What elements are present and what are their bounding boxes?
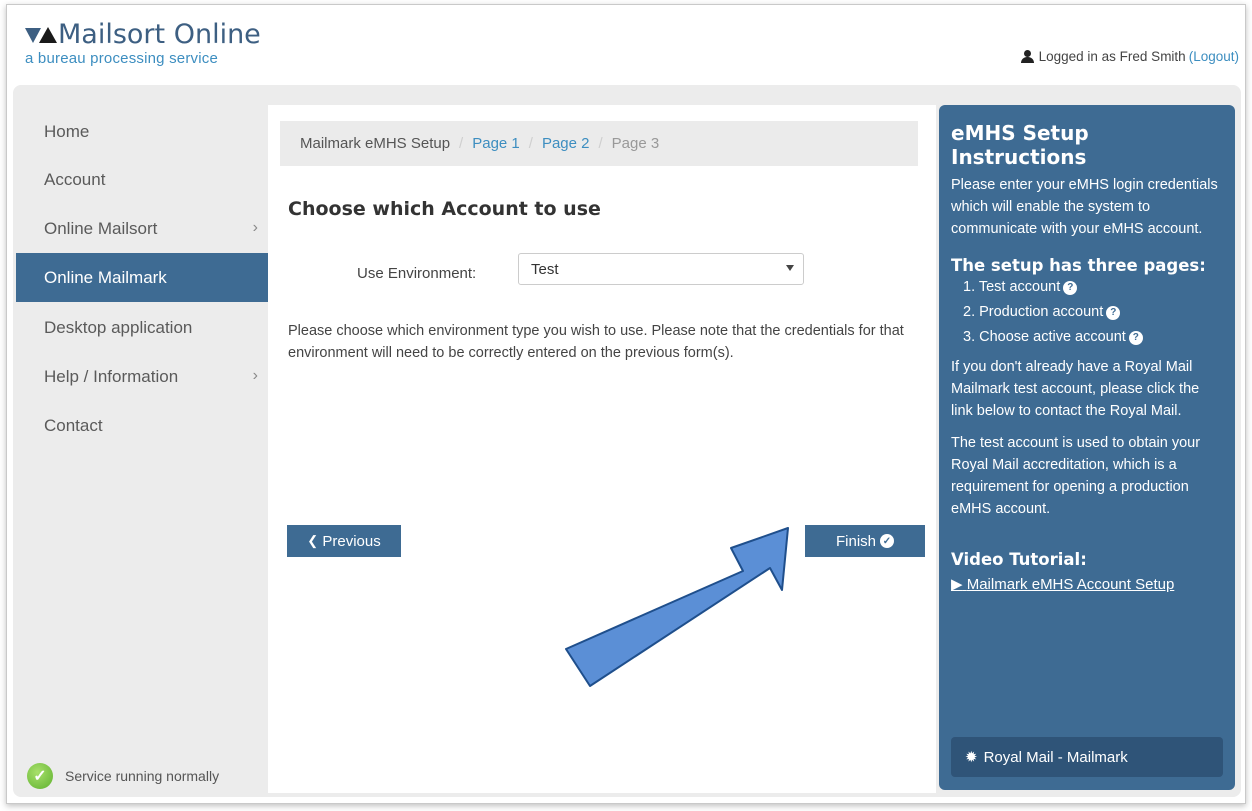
sidebar-item-label: Online Mailmark	[44, 267, 167, 287]
content-shell: Home Account Online Mailsort › Online Ma…	[13, 85, 1241, 797]
instructions-panel: eMHS Setup Instructions Please enter you…	[939, 105, 1235, 790]
user-icon	[1020, 50, 1034, 63]
sidebar-item-label: Contact	[44, 415, 103, 435]
sidebar-item-desktop-application[interactable]: Desktop application	[16, 303, 268, 352]
login-info: Logged in as Fred Smith (Logout)	[1020, 49, 1239, 64]
environment-select[interactable]: Test	[518, 253, 804, 285]
royal-mail-mailmark-link[interactable]: ✹ Royal Mail - Mailmark	[951, 737, 1223, 777]
video-tutorial-heading: Video Tutorial:	[951, 550, 1087, 569]
app-title: Mailsort Online	[58, 19, 261, 50]
caret-down-icon	[786, 265, 794, 271]
panel-intro: Please enter your eMHS login credentials…	[951, 177, 1218, 237]
play-icon: ▶	[951, 576, 963, 593]
previous-button[interactable]: ❮ Previous	[287, 525, 401, 557]
breadcrumb-separator: /	[598, 135, 603, 152]
breadcrumb-page3-current: Page 3	[611, 135, 660, 152]
logged-in-text: Logged in as Fred Smith	[1038, 49, 1186, 64]
breadcrumb-root: Mailmark eMHS Setup	[300, 135, 451, 152]
service-status: ✓ Service running normally	[27, 763, 219, 789]
sidebar-item-label: Desktop application	[44, 317, 193, 337]
step-item: 1. Test account?	[963, 275, 1223, 300]
accreditation-text: The test account is used to obtain your …	[951, 435, 1201, 517]
main-content: Mailmark eMHS Setup / Page 1 / Page 2 / …	[268, 105, 936, 793]
step-item: 2. Production account?	[963, 300, 1223, 325]
chevron-right-icon: ›	[252, 367, 258, 384]
environment-help-text: Please choose which environment type you…	[288, 323, 904, 361]
question-circle-icon[interactable]: ?	[1106, 305, 1121, 320]
panel-title: eMHS Setup Instructions	[951, 121, 1089, 169]
finish-button-label: Finish	[835, 532, 876, 550]
previous-button-label: Previous	[322, 532, 381, 550]
status-text: Service running normally	[65, 768, 220, 784]
breadcrumb-separator: /	[459, 135, 464, 152]
breadcrumb-page1-link[interactable]: Page 1	[472, 135, 520, 152]
finish-button[interactable]: Finish ✓	[805, 525, 925, 557]
chevron-right-icon: ›	[252, 219, 258, 236]
logout-link[interactable]: (Logout)	[1189, 49, 1239, 64]
setup-steps: 1. Test account? 2. Production account? …	[951, 275, 1223, 350]
environment-label: Use Environment:	[357, 265, 477, 282]
test-account-text: If you don't already have a Royal Mail M…	[951, 359, 1200, 419]
sidebar-item-contact[interactable]: Contact	[16, 401, 268, 450]
app-subtitle: a bureau processing service	[25, 50, 219, 67]
sidebar-item-online-mailmark[interactable]: Online Mailmark	[16, 253, 268, 302]
check-circle-icon: ✓	[27, 763, 53, 789]
sidebar-item-label: Help / Information	[44, 366, 179, 386]
chevron-left-icon: ❮	[307, 533, 319, 548]
sidebar-item-label: Account	[44, 169, 106, 189]
sidebar-item-online-mailsort[interactable]: Online Mailsort ›	[16, 204, 268, 253]
step-item: 3. Choose active account?	[963, 325, 1223, 350]
sidebar-item-home[interactable]: Home	[16, 107, 268, 156]
breadcrumb-page2-link[interactable]: Page 2	[542, 135, 590, 152]
ok-circle-icon: ✓	[880, 534, 894, 548]
sidebar-item-account[interactable]: Account	[16, 155, 268, 204]
logo[interactable]: Mailsort Online a bureau processing serv…	[25, 21, 261, 67]
app-window: Mailsort Online a bureau processing serv…	[6, 4, 1246, 804]
environment-select-value: Test	[531, 260, 559, 278]
question-circle-icon[interactable]: ?	[1063, 280, 1078, 295]
breadcrumb: Mailmark eMHS Setup / Page 1 / Page 2 / …	[280, 121, 918, 166]
header: Mailsort Online a bureau processing serv…	[7, 5, 1245, 83]
gear-icon: ✹	[965, 749, 978, 766]
sidebar-item-label: Home	[44, 121, 90, 141]
sidebar-item-label: Online Mailsort	[44, 218, 158, 238]
video-tutorial-link[interactable]: ▶ Mailmark eMHS Account Setup	[951, 575, 1223, 593]
breadcrumb-separator: /	[528, 135, 533, 152]
page-title: Choose which Account to use	[288, 198, 601, 220]
sidebar: Home Account Online Mailsort › Online Ma…	[13, 85, 268, 797]
setup-heading: The setup has three pages:	[951, 256, 1206, 275]
sidebar-item-help-information[interactable]: Help / Information ›	[16, 352, 268, 401]
question-circle-icon[interactable]: ?	[1128, 330, 1143, 345]
logo-triangle-up-icon	[39, 27, 57, 43]
